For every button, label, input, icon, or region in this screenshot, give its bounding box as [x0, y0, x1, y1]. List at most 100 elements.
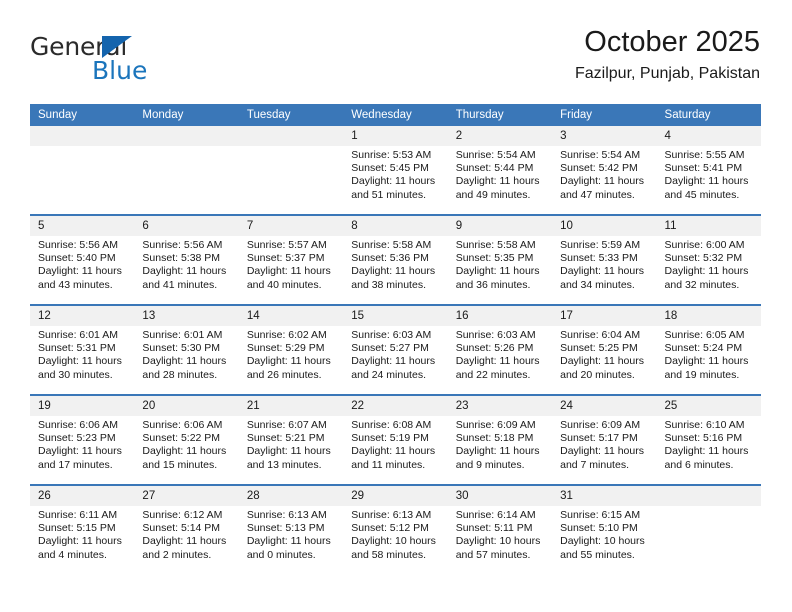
- calendar-week-row: 19 Sunrise: 6:06 AM Sunset: 5:23 PM Dayligh…: [30, 394, 761, 485]
- sunset-time: Sunset: 5:44 PM: [455, 162, 534, 175]
- sunrise-time: Sunrise: 6:08 AM: [351, 419, 432, 431]
- calendar-body: 1 Sunrise: 5:53 AM Sunset: 5:45 PM Daylight…: [30, 126, 761, 574]
- daylight-duration-line1: Daylight: 11 hours: [455, 265, 540, 278]
- daylight-duration-line1: Daylight: 11 hours: [664, 355, 749, 368]
- daylight-duration-line1: Daylight: 11 hours: [664, 445, 749, 458]
- day-cell-inner: 1 Sunrise: 5:53 AM Sunset: 5:45 PM Daylight…: [343, 126, 448, 214]
- calendar-day-cell[interactable]: 18 Sunrise: 6:05 AM Sunset: 5:24 PM Dayligh…: [656, 304, 761, 395]
- daylight-duration-line2: and 36 minutes.: [455, 278, 531, 291]
- calendar-day-cell[interactable]: 7 Sunrise: 5:57 AM Sunset: 5:37 PM Daylight…: [238, 214, 344, 305]
- sunrise-time: Sunrise: 5:55 AM: [664, 149, 745, 161]
- sunset-time: Sunset: 5:16 PM: [664, 432, 743, 445]
- sunset-time: Sunset: 5:31 PM: [38, 342, 116, 355]
- calendar-day-cell[interactable]: 9 Sunrise: 5:58 AM Sunset: 5:35 PM Daylight…: [447, 214, 553, 305]
- sunrise-time: Sunrise: 6:07 AM: [246, 419, 327, 431]
- day-number: 10: [552, 216, 657, 236]
- sunrise-time: Sunrise: 6:01 AM: [38, 329, 118, 341]
- calendar-day-cell[interactable]: 1 Sunrise: 5:53 AM Sunset: 5:45 PM Daylight…: [343, 126, 448, 215]
- daylight-duration-line1: Daylight: 11 hours: [560, 355, 644, 368]
- day-number: 17: [552, 306, 657, 326]
- daylight-duration-line2: and 7 minutes.: [560, 458, 629, 471]
- calendar-day-cell[interactable]: 14 Sunrise: 6:02 AM Sunset: 5:29 PM Dayligh…: [238, 304, 344, 395]
- calendar-day-cell[interactable]: 8 Sunrise: 5:58 AM Sunset: 5:36 PM Daylight…: [343, 214, 448, 305]
- daylight-duration-line2: and 28 minutes.: [142, 368, 218, 381]
- day-cell-inner: 14 Sunrise: 6:02 AM Sunset: 5:29 PM Dayligh…: [238, 306, 344, 394]
- calendar-day-cell[interactable]: 10 Sunrise: 5:59 AM Sunset: 5:33 PM Dayligh…: [552, 214, 657, 305]
- calendar-day-cell[interactable]: 23 Sunrise: 6:09 AM Sunset: 5:18 PM Dayligh…: [447, 394, 553, 485]
- day-details: Sunrise: 6:13 AM Sunset: 5:12 PM Daylight:…: [343, 506, 447, 562]
- calendar-day-cell[interactable]: 17 Sunrise: 6:04 AM Sunset: 5:25 PM Dayligh…: [552, 304, 657, 395]
- calendar-day-cell[interactable]: 11 Sunrise: 6:00 AM Sunset: 5:32 PM Dayligh…: [656, 214, 761, 305]
- day-cell-inner: 26 Sunrise: 6:11 AM Sunset: 5:15 PM Dayligh…: [30, 486, 135, 574]
- daylight-duration-line2: and 58 minutes.: [351, 548, 426, 561]
- day-number: 29: [343, 486, 448, 506]
- day-number: 6: [134, 216, 239, 236]
- day-details: Sunrise: 6:13 AM Sunset: 5:13 PM Daylight:…: [239, 506, 343, 562]
- sunset-time: Sunset: 5:18 PM: [455, 432, 534, 445]
- day-number: 14: [238, 306, 344, 326]
- day-cell-inner: 21 Sunrise: 6:07 AM Sunset: 5:21 PM Dayligh…: [238, 396, 344, 484]
- day-cell-inner: 19 Sunrise: 6:06 AM Sunset: 5:23 PM Dayligh…: [30, 396, 135, 484]
- calendar-day-cell[interactable]: 25 Sunrise: 6:10 AM Sunset: 5:16 PM Dayligh…: [656, 394, 761, 485]
- day-cell-inner: 18 Sunrise: 6:05 AM Sunset: 5:24 PM Dayligh…: [656, 306, 761, 394]
- sunrise-time: Sunrise: 5:59 AM: [560, 239, 641, 251]
- day-number: 28: [238, 486, 344, 506]
- daylight-duration-line2: and 49 minutes.: [455, 188, 531, 201]
- calendar-day-cell[interactable]: 22 Sunrise: 6:08 AM Sunset: 5:19 PM Dayligh…: [343, 394, 448, 485]
- calendar-day-cell[interactable]: 6 Sunrise: 5:56 AM Sunset: 5:38 PM Daylight…: [134, 214, 239, 305]
- calendar-day-cell[interactable]: 28 Sunrise: 6:13 AM Sunset: 5:13 PM Dayligh…: [238, 484, 344, 574]
- day-cell-inner: 25 Sunrise: 6:10 AM Sunset: 5:16 PM Dayligh…: [656, 396, 761, 484]
- day-number: 31: [552, 486, 657, 506]
- calendar-day-cell[interactable]: 19 Sunrise: 6:06 AM Sunset: 5:23 PM Dayligh…: [30, 394, 135, 485]
- sunrise-time: Sunrise: 6:04 AM: [560, 329, 641, 341]
- sunset-time: Sunset: 5:30 PM: [142, 342, 221, 355]
- calendar-day-cell[interactable]: 20 Sunrise: 6:06 AM Sunset: 5:22 PM Dayligh…: [134, 394, 239, 485]
- day-details: Sunrise: 5:54 AM Sunset: 5:44 PM Daylight:…: [448, 146, 552, 202]
- calendar-day-cell[interactable]: 5 Sunrise: 5:56 AM Sunset: 5:40 PM Daylight…: [30, 214, 135, 305]
- day-number: 7: [238, 216, 344, 236]
- daylight-duration-line2: and 40 minutes.: [246, 278, 322, 291]
- sunset-time: Sunset: 5:33 PM: [560, 252, 638, 265]
- daylight-duration-line1: Daylight: 11 hours: [246, 355, 331, 368]
- calendar-day-cell[interactable]: 13 Sunrise: 6:01 AM Sunset: 5:30 PM Dayligh…: [134, 304, 239, 395]
- calendar-day-cell[interactable]: 3 Sunrise: 5:54 AM Sunset: 5:42 PM Daylight…: [552, 126, 657, 215]
- calendar-day-cell[interactable]: 16 Sunrise: 6:03 AM Sunset: 5:26 PM Dayligh…: [447, 304, 553, 395]
- calendar-week-row: 1 Sunrise: 5:53 AM Sunset: 5:45 PM Daylight…: [30, 126, 761, 215]
- daylight-duration-line1: Daylight: 11 hours: [664, 175, 749, 188]
- sunrise-time: Sunrise: 6:00 AM: [664, 239, 745, 251]
- general-blue-logo[interactable]: General Blue: [30, 32, 210, 90]
- calendar-day-cell[interactable]: 30 Sunrise: 6:14 AM Sunset: 5:11 PM Dayligh…: [447, 484, 553, 574]
- logo-text-blue: Blue: [92, 56, 148, 85]
- day-cell-inner: [134, 126, 239, 214]
- day-cell-inner: 20 Sunrise: 6:06 AM Sunset: 5:22 PM Dayligh…: [134, 396, 239, 484]
- sunrise-time: Sunrise: 6:05 AM: [664, 329, 745, 341]
- day-number: 30: [447, 486, 553, 506]
- day-cell-inner: 23 Sunrise: 6:09 AM Sunset: 5:18 PM Dayligh…: [447, 396, 553, 484]
- calendar-day-cell[interactable]: 2 Sunrise: 5:54 AM Sunset: 5:44 PM Daylight…: [447, 126, 553, 215]
- day-cell-inner: 2 Sunrise: 5:54 AM Sunset: 5:44 PM Daylight…: [447, 126, 553, 214]
- sunset-time: Sunset: 5:29 PM: [246, 342, 325, 355]
- weekday-header-saturday: Saturday: [656, 104, 761, 126]
- daylight-duration-line2: and 34 minutes.: [560, 278, 635, 291]
- calendar-day-cell[interactable]: 4 Sunrise: 5:55 AM Sunset: 5:41 PM Daylight…: [656, 126, 761, 215]
- daylight-duration-line2: and 0 minutes.: [246, 548, 316, 561]
- calendar-day-cell[interactable]: 29 Sunrise: 6:13 AM Sunset: 5:12 PM Dayligh…: [343, 484, 448, 574]
- daylight-duration-line2: and 55 minutes.: [560, 548, 635, 561]
- calendar-day-cell-empty: [238, 126, 344, 215]
- sunrise-time: Sunrise: 6:13 AM: [351, 509, 432, 521]
- day-number: 24: [552, 396, 657, 416]
- calendar-day-cell[interactable]: 26 Sunrise: 6:11 AM Sunset: 5:15 PM Dayligh…: [30, 484, 135, 574]
- calendar-day-cell[interactable]: 31 Sunrise: 6:15 AM Sunset: 5:10 PM Dayligh…: [552, 484, 657, 574]
- calendar-day-cell[interactable]: 24 Sunrise: 6:09 AM Sunset: 5:17 PM Dayligh…: [552, 394, 657, 485]
- sunset-time: Sunset: 5:21 PM: [246, 432, 325, 445]
- calendar-day-cell[interactable]: 12 Sunrise: 6:01 AM Sunset: 5:31 PM Dayligh…: [30, 304, 135, 395]
- calendar-day-cell[interactable]: 27 Sunrise: 6:12 AM Sunset: 5:14 PM Dayligh…: [134, 484, 239, 574]
- calendar-day-cell[interactable]: 15 Sunrise: 6:03 AM Sunset: 5:27 PM Dayligh…: [343, 304, 448, 395]
- day-number: 26: [30, 486, 135, 506]
- day-details: Sunrise: 6:12 AM Sunset: 5:14 PM Daylight:…: [134, 506, 238, 562]
- day-cell-inner: 4 Sunrise: 5:55 AM Sunset: 5:41 PM Daylight…: [656, 126, 761, 214]
- day-cell-inner: 24 Sunrise: 6:09 AM Sunset: 5:17 PM Dayligh…: [552, 396, 657, 484]
- day-cell-inner: 27 Sunrise: 6:12 AM Sunset: 5:14 PM Dayligh…: [134, 486, 239, 574]
- daylight-duration-line2: and 51 minutes.: [351, 188, 426, 201]
- calendar-day-cell[interactable]: 21 Sunrise: 6:07 AM Sunset: 5:21 PM Dayligh…: [238, 394, 344, 485]
